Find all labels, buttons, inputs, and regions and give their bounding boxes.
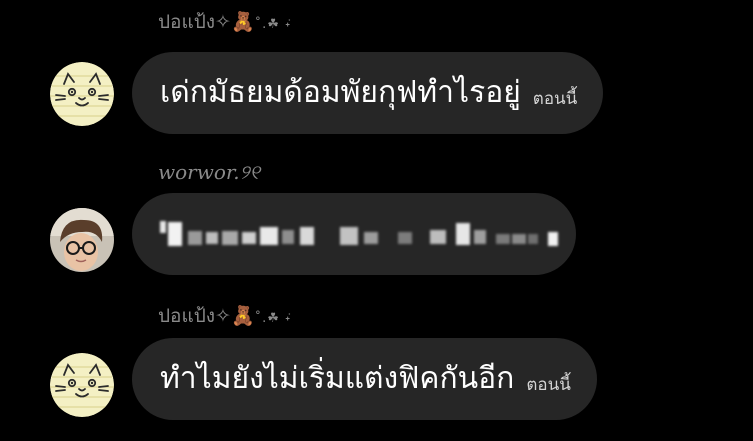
sender-name[interactable]: ปอแป้ง✧🧸˚.☘︎ ݁˖ [158,304,290,331]
avatar[interactable] [50,62,114,126]
message-bubble[interactable]: เด่กมัธยมด้อมพัยกุฟทำไรอยู่ ตอนนี้ [132,52,604,134]
sender-label: ปอแป้ง✧ [158,305,231,327]
avatar[interactable] [50,353,114,417]
sender-label: worwor.୨୧ [158,160,260,184]
cat-sticker-icon [50,62,114,126]
redacted-text [160,214,558,254]
message-text: ทำไมยังไม่เริ่มแต่งฟิคกันอีก [160,361,515,396]
cat-sticker-icon [50,353,114,417]
profile-photo-icon [50,208,114,272]
teddy-bear-icon: 🧸 [230,305,255,327]
message-time: ตอนนี้ [532,88,578,109]
avatar[interactable] [50,208,114,272]
message-bubble[interactable]: ทำไมยังไม่เริ่มแต่งฟิคกันอีก ตอนนี้ [132,338,597,420]
message-text: เด่กมัธยมด้อมพัยกุฟทำไรอยู่ [160,75,521,110]
sender-decoration: ˚.☘︎ ݁˖ [254,311,291,326]
message-bubble[interactable] [132,193,576,275]
sender-name[interactable]: worwor.୨୧ [158,160,260,184]
sender-decoration: ˚.☘︎ ݁˖ [254,17,291,32]
sender-label: ปอแป้ง✧ [158,11,231,33]
sender-name[interactable]: ปอแป้ง✧🧸˚.☘︎ ݁˖ [158,10,290,37]
message-time: ตอนนี้ [526,374,571,395]
teddy-bear-icon: 🧸 [230,11,255,33]
